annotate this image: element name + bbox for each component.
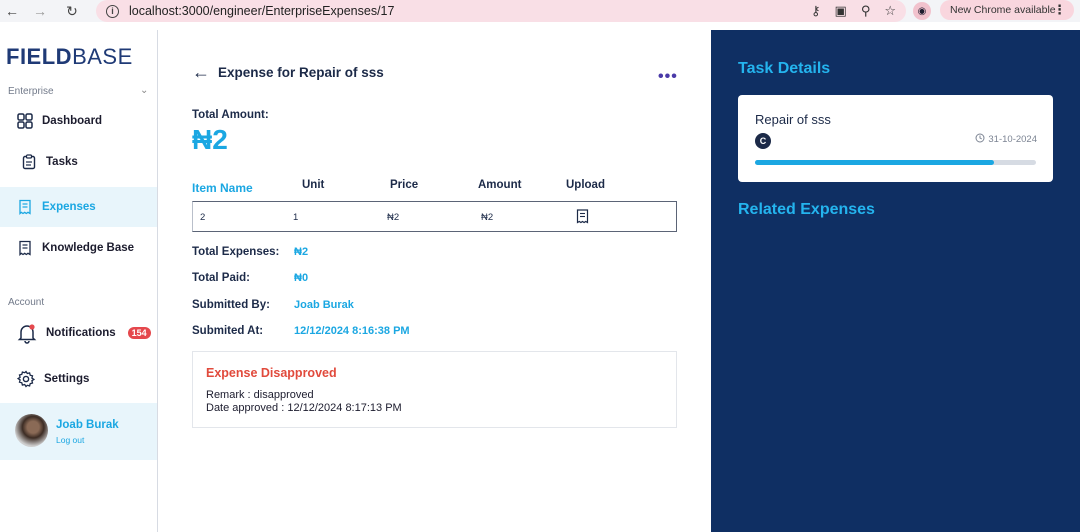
more-options-icon[interactable]: ••• xyxy=(658,68,678,86)
sidebar-item-label: Expenses xyxy=(42,201,96,213)
logo-left: FIELD xyxy=(6,44,73,69)
task-details-heading: Task Details xyxy=(738,60,831,77)
table-row[interactable]: 2 1 ₦2 ₦2 xyxy=(192,201,677,232)
task-card[interactable]: Repair of sss C 31-10-2024 xyxy=(738,95,1053,182)
document-icon xyxy=(16,239,34,257)
user-profile-block[interactable]: Joab Burak Log out xyxy=(0,403,157,460)
status-date-approved: Date approved : 12/12/2024 8:17:13 PM xyxy=(206,402,402,414)
task-name: Repair of sss xyxy=(755,112,831,127)
task-status-badge: C xyxy=(755,133,771,149)
column-header-price: Price xyxy=(390,179,419,191)
dashboard-grid-icon xyxy=(16,112,34,130)
submitted-at-label: Submited At: xyxy=(192,325,264,337)
total-paid-value: ₦0 xyxy=(294,272,309,284)
chrome-update-button[interactable]: New Chrome available ⋮ xyxy=(940,0,1074,20)
receipt-icon xyxy=(16,198,34,216)
avatar[interactable] xyxy=(15,414,48,447)
reload-icon[interactable]: ↻ xyxy=(60,3,84,20)
total-paid-label: Total Paid: xyxy=(192,272,250,284)
cell-item-name: 2 xyxy=(200,212,206,223)
column-header-item-name: Item Name xyxy=(192,181,253,195)
install-icon[interactable]: ▣ xyxy=(835,3,847,19)
column-header-amount: Amount xyxy=(478,179,522,191)
update-label: New Chrome available xyxy=(950,4,1056,16)
url-text: localhost:3000/engineer/EnterpriseExpens… xyxy=(129,4,395,18)
total-expenses-label: Total Expenses: xyxy=(192,246,280,258)
forward-nav-icon[interactable]: → xyxy=(28,3,52,19)
status-remark: Remark : disapproved xyxy=(206,389,314,401)
notification-count-badge: 154 xyxy=(127,327,151,339)
key-icon[interactable]: ⚷ xyxy=(811,3,821,19)
back-nav-icon[interactable]: ← xyxy=(0,3,24,19)
sidebar-item-label: Dashboard xyxy=(42,115,103,127)
total-amount-value: ₦2 xyxy=(192,124,228,155)
bookmark-star-icon[interactable]: ☆ xyxy=(884,3,896,19)
sidebar-item-label: Settings xyxy=(44,373,90,385)
sidebar-item-label: Knowledge Base xyxy=(42,242,135,254)
logout-link[interactable]: Log out xyxy=(56,435,84,445)
sidebar-item-dashboard[interactable]: Dashboard xyxy=(0,101,157,141)
sidebar-item-settings[interactable]: Settings xyxy=(0,359,157,399)
sidebar: FIELDBASE Enterprise ⌄ Dashboard Tasks E… xyxy=(0,30,158,532)
page-header: ← Expense for Repair of sss xyxy=(192,62,384,83)
submitted-by-value: Joab Burak xyxy=(294,299,354,311)
bell-icon xyxy=(16,322,38,344)
browser-toolbar: ← → ↻ i localhost:3000/engineer/Enterpri… xyxy=(0,0,1080,22)
status-title: Expense Disapproved xyxy=(206,366,337,380)
receipt-upload-icon[interactable] xyxy=(576,209,589,229)
user-name: Joab Burak xyxy=(56,419,119,431)
cell-unit: 1 xyxy=(293,212,299,223)
chevron-down-icon[interactable]: ⌄ xyxy=(140,85,148,96)
cell-price: ₦2 xyxy=(387,212,400,223)
page-title: Expense for Repair of sss xyxy=(218,65,384,80)
sidebar-item-knowledge-base[interactable]: Knowledge Base xyxy=(0,228,157,268)
menu-kebab-icon[interactable]: ⋮ xyxy=(1053,2,1066,18)
enterprise-section-label: Enterprise xyxy=(8,86,54,97)
clock-icon xyxy=(975,133,985,146)
logo-right: BASE xyxy=(72,44,133,69)
zoom-icon[interactable]: ⚲ xyxy=(861,3,871,19)
address-bar[interactable]: i localhost:3000/engineer/EnterpriseExpe… xyxy=(96,0,906,22)
app-logo[interactable]: FIELDBASE xyxy=(6,44,133,70)
related-expenses-heading: Related Expenses xyxy=(738,201,875,218)
cell-amount: ₦2 xyxy=(481,212,494,223)
submitted-by-label: Submitted By: xyxy=(192,299,270,311)
task-progress-bar xyxy=(755,160,1036,165)
account-section-label: Account xyxy=(8,297,45,308)
task-details-panel: Task Details Repair of sss C 31-10-2024 … xyxy=(711,30,1080,532)
profile-avatar-icon[interactable]: ◉ xyxy=(913,2,931,20)
task-progress-fill xyxy=(755,160,994,165)
gear-icon xyxy=(16,369,36,389)
column-header-unit: Unit xyxy=(302,179,325,191)
sidebar-item-label: Tasks xyxy=(46,156,78,168)
submitted-at-value: 12/12/2024 8:16:38 PM xyxy=(294,325,410,337)
task-date-text: 31-10-2024 xyxy=(988,134,1037,145)
total-amount-label: Total Amount: xyxy=(192,109,269,121)
sidebar-item-label: Notifications xyxy=(46,327,116,339)
site-info-icon[interactable]: i xyxy=(106,4,119,18)
task-date: 31-10-2024 xyxy=(975,133,1037,146)
total-expenses-value: ₦2 xyxy=(294,246,309,258)
column-header-upload: Upload xyxy=(566,179,605,191)
clipboard-icon xyxy=(20,153,38,171)
sidebar-item-tasks[interactable]: Tasks xyxy=(0,142,157,182)
expense-status-box: Expense Disapproved Remark : disapproved… xyxy=(192,351,677,428)
sidebar-item-notifications[interactable]: Notifications 154 xyxy=(0,313,157,353)
back-arrow-icon[interactable]: ← xyxy=(192,62,210,83)
sidebar-item-expenses[interactable]: Expenses xyxy=(0,187,157,227)
